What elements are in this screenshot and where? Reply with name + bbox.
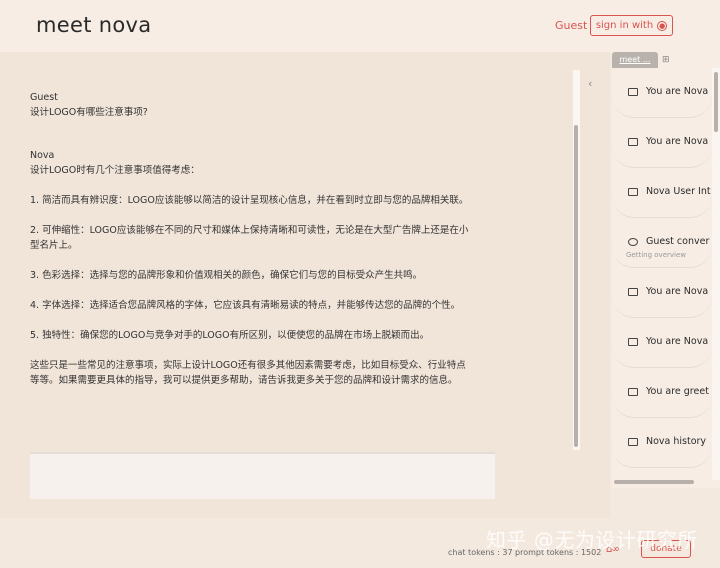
conversation-title: You are Nova — [646, 136, 709, 147]
list-item[interactable]: Nova history — [612, 418, 712, 468]
app-logo[interactable]: meet nova — [36, 13, 151, 37]
list-item[interactable]: Guest conver Getting overview — [612, 218, 712, 268]
list-item[interactable]: You are Nova — [612, 268, 712, 318]
message-author: Guest — [30, 92, 58, 103]
message-icon — [628, 137, 638, 146]
message-paragraph: 3. 色彩选择：选择与您的品牌形象和价值观相关的颜色，确保它们与您的目标受众产生… — [30, 270, 423, 281]
message-icon — [628, 187, 638, 196]
user-message: Guest 设计LOGO有哪些注意事项? — [30, 90, 470, 120]
chevron-left-icon[interactable]: ‹ — [588, 77, 592, 90]
list-item[interactable]: Nova User Int — [612, 168, 712, 218]
grid-icon[interactable]: ⊞ — [662, 55, 670, 65]
message-icon — [628, 287, 638, 296]
list-item[interactable]: You are greet — [612, 368, 712, 418]
conversation-title: Nova User Int — [646, 186, 711, 197]
conversation-title: You are Nova — [646, 86, 709, 97]
chat-bubble-icon — [628, 237, 638, 246]
chat-scrollbar-thumb[interactable] — [574, 125, 578, 447]
message-icon — [628, 387, 638, 396]
tab-meet[interactable]: meet ... — [612, 52, 658, 68]
message-paragraph: 这些只是一些常见的注意事项，实际上设计LOGO还有很多其他因素需要考虑，比如目标… — [30, 360, 466, 386]
message-icon — [628, 337, 638, 346]
bot-message: Nova 设计LOGO时有几个注意事项值得考虑： 1. 简洁而具有辨识度：LOG… — [30, 148, 470, 388]
message-input[interactable] — [30, 452, 495, 499]
user-name: Guest — [555, 19, 588, 32]
message-paragraph: 5. 独特性：确保您的LOGO与竞争对手的LOGO有所区别，以便使您的品牌在市场… — [30, 330, 430, 341]
message-author: Nova — [30, 150, 55, 161]
chat-messages: Guest 设计LOGO有哪些注意事项? Nova 设计LOGO时有几个注意事项… — [30, 84, 470, 403]
message-icon — [628, 87, 638, 96]
message-icon — [628, 437, 638, 446]
sign-in-label: sign in with — [595, 20, 654, 31]
sign-in-button[interactable]: sign in with ● — [590, 15, 673, 36]
conversation-title: You are greet — [646, 386, 709, 397]
conversation-title: You are Nova — [646, 336, 709, 347]
message-paragraph: 2. 可伸缩性：LOGO应该能够在不同的尺寸和媒体上保持清晰和可读性，无论是在大… — [30, 225, 469, 251]
list-item[interactable]: You are Nova — [612, 318, 712, 368]
sidebar-scrollbar-thumb[interactable] — [714, 72, 718, 132]
list-item[interactable]: You are Nova — [612, 118, 712, 168]
conversation-title: Nova history — [646, 436, 707, 447]
sidebar-horizontal-scrollbar[interactable] — [614, 480, 694, 484]
message-paragraph: 4. 字体选择：选择适合您品牌风格的字体，它应该具有清晰易读的特点，并能够传达您… — [30, 300, 461, 311]
github-icon: ● — [657, 20, 668, 31]
message-paragraph: 1. 简洁而具有辨识度：LOGO应该能够以简洁的设计呈现核心信息，并在看到时立即… — [30, 195, 469, 206]
conversation-subtitle: Getting overview — [626, 251, 686, 259]
message-paragraph: 设计LOGO时有几个注意事项值得考虑： — [30, 165, 200, 176]
conversation-title: Guest conver — [646, 236, 710, 247]
conversation-list: You are Nova You are Nova Nova User Int … — [612, 68, 712, 480]
watermark-text: 知乎 @无为设计研究所 — [486, 528, 698, 552]
message-text: 设计LOGO有哪些注意事项? — [30, 107, 148, 118]
conversation-title: You are Nova — [646, 286, 709, 297]
list-item[interactable]: You are Nova — [612, 68, 712, 118]
